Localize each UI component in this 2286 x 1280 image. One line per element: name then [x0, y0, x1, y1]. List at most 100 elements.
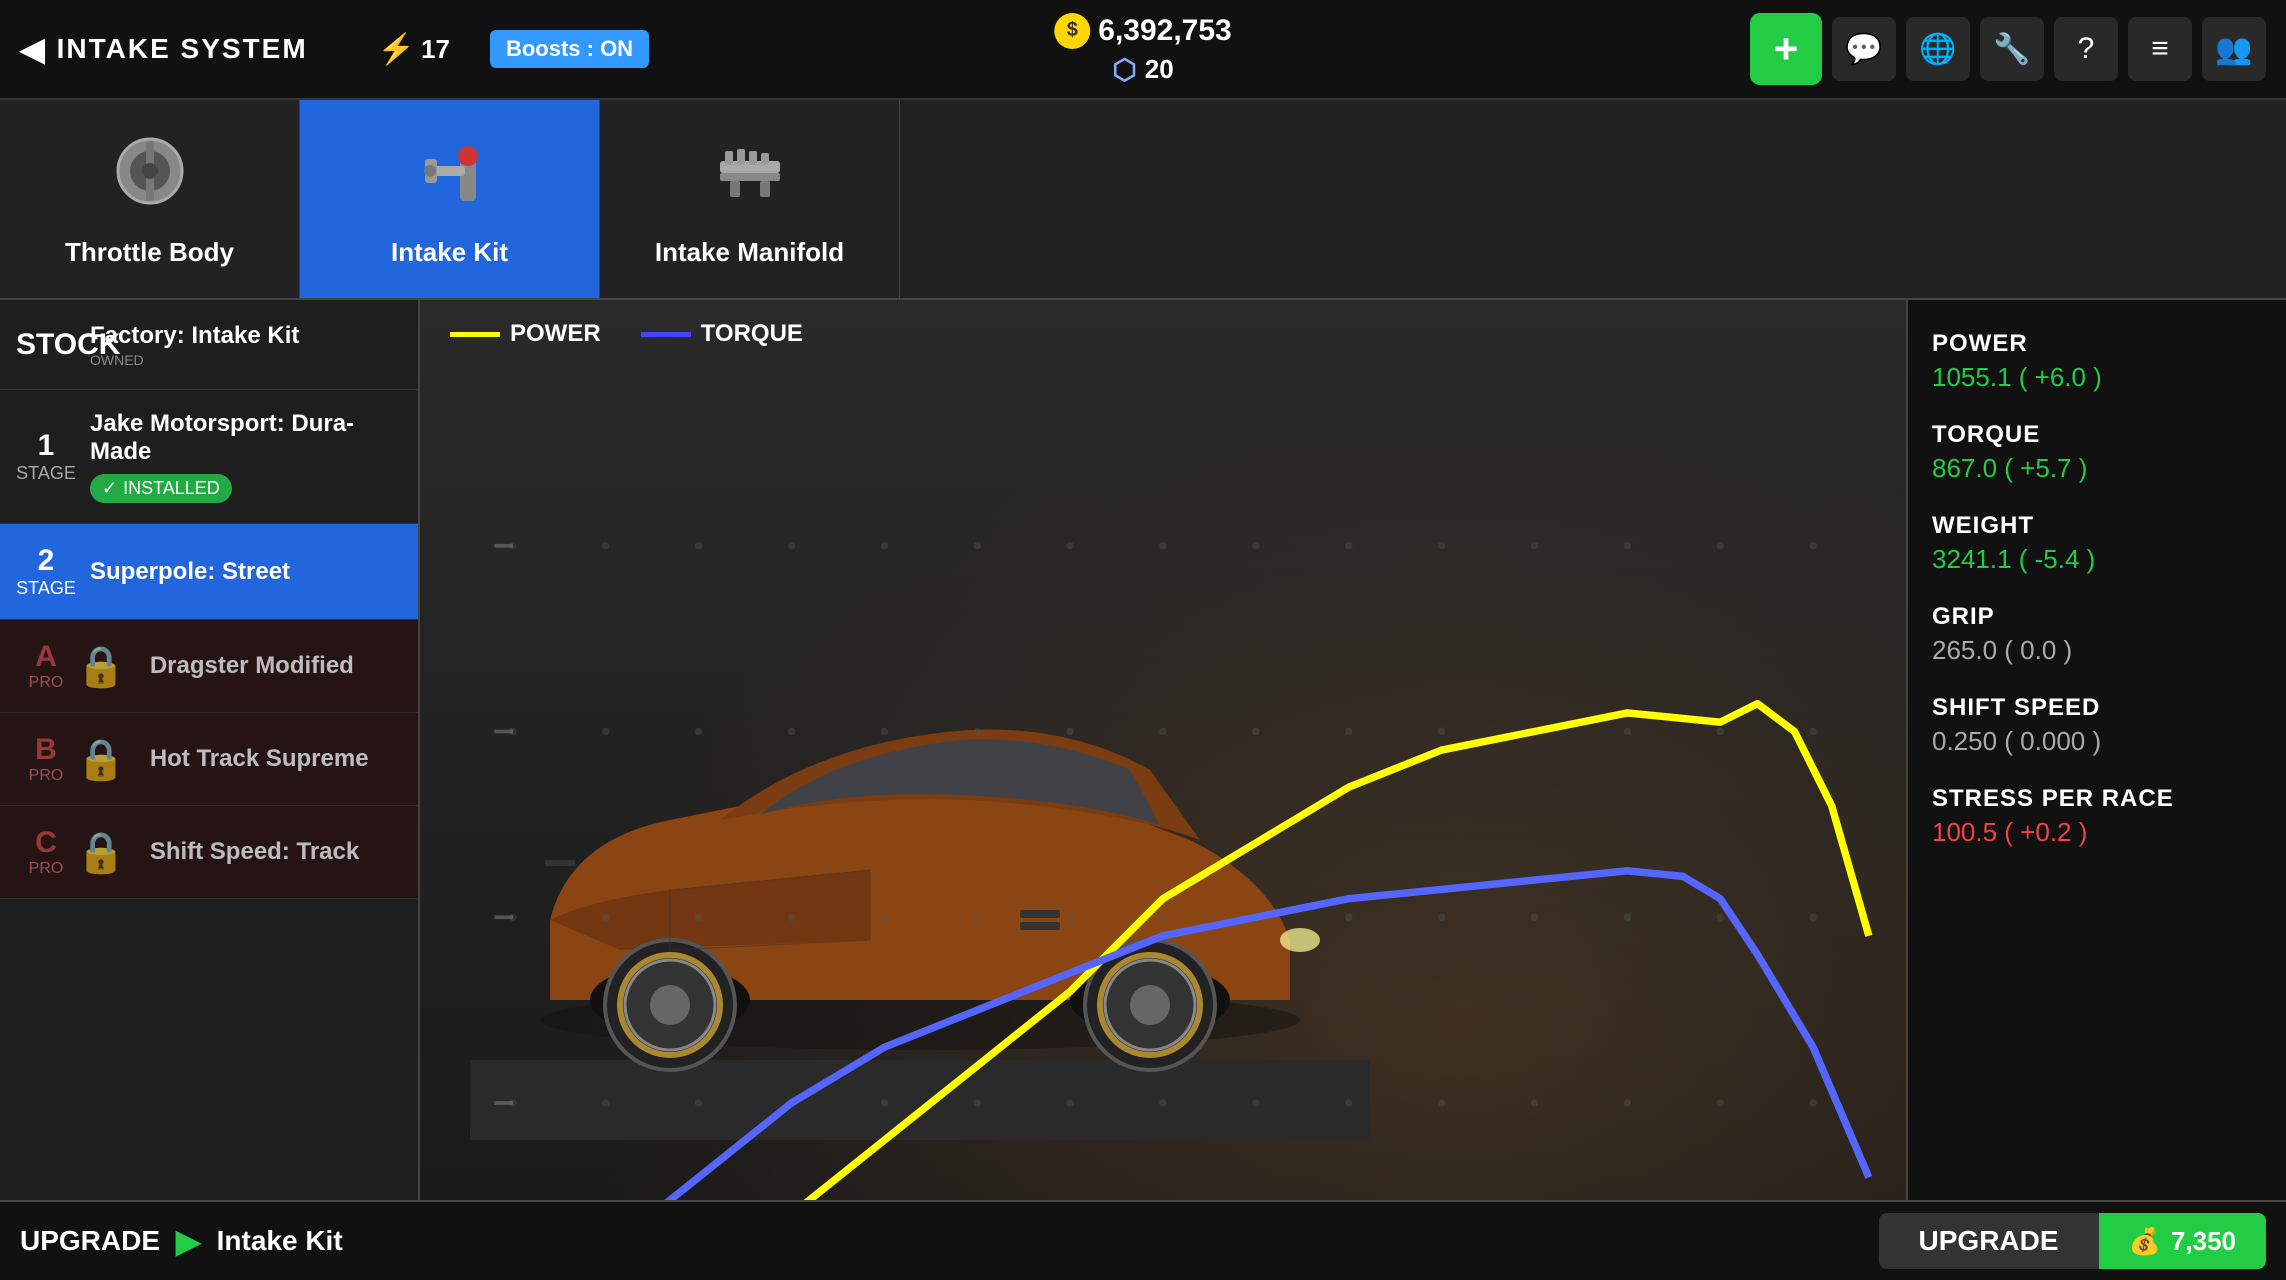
stage1-name: Jake Motorsport: Dura-Made	[90, 410, 402, 466]
upgrade-pro-b[interactable]: B PRO 🔒 Hot Track Supreme	[0, 713, 418, 806]
pro-c-info: Shift Speed: Track	[150, 838, 402, 866]
stat-power: POWER 1055.1 ( +6.0 )	[1932, 330, 2262, 393]
intake-manifold-label: Intake Manifold	[655, 237, 844, 268]
boost-badge[interactable]: Boosts : ON	[490, 30, 649, 68]
stat-grip: GRIP 265.0 ( 0.0 )	[1932, 603, 2262, 666]
stage2-sub: STAGE	[16, 578, 76, 599]
chart-legend: POWER TORQUE	[450, 320, 803, 348]
stage1-info: Jake Motorsport: Dura-Made ✓ INSTALLED	[90, 410, 402, 503]
power-legend: POWER	[450, 320, 601, 348]
pro-a-badge: A PRO	[16, 640, 76, 692]
header: ◀ INTAKE SYSTEM ⚡ 17 Boosts : ON $ 6,392…	[0, 0, 2286, 100]
cost-button[interactable]: 💰 7,350	[2099, 1213, 2266, 1269]
shift-speed-label: SHIFT SPEED	[1932, 694, 2262, 722]
lock-c-icon: 🔒	[76, 829, 126, 876]
stock-label: STOCK	[16, 328, 76, 362]
play-icon: ▶	[176, 1222, 201, 1260]
lock-b-icon: 🔒	[76, 736, 126, 783]
coin-icon: $	[1054, 13, 1090, 49]
torque-legend: TORQUE	[641, 320, 803, 348]
pro-b-info: Hot Track Supreme	[150, 745, 402, 773]
pro-c-sub: PRO	[16, 860, 76, 878]
upgrade-right-section: UPGRADE 💰 7,350	[1879, 1213, 2266, 1269]
installed-badge: ✓ INSTALLED	[90, 474, 232, 503]
stock-info: Factory: Intake Kit OWNED	[90, 322, 402, 368]
weight-label: WEIGHT	[1932, 512, 2262, 540]
lightning-icon: ⚡	[378, 32, 415, 67]
power-value: 1055.1 ( +6.0 )	[1932, 362, 2262, 393]
pro-b-name: Hot Track Supreme	[150, 745, 402, 773]
stage2-name: Superpole: Street	[90, 558, 402, 586]
upgrade-pro-a[interactable]: A PRO 🔒 Dragster Modified	[0, 620, 418, 713]
upgrade-stage2[interactable]: 2 STAGE Superpole: Street	[0, 524, 418, 620]
globe-button[interactable]: 🌐	[1906, 17, 1970, 81]
grip-label: GRIP	[1932, 603, 2262, 631]
stage2-num: 2	[16, 544, 76, 578]
upgrade-button[interactable]: UPGRADE	[1879, 1213, 2099, 1269]
torque-value: 867.0 ( +5.7 )	[1932, 453, 2262, 484]
diamond-value: 20	[1145, 54, 1174, 85]
social-button[interactable]: 👥	[2202, 17, 2266, 81]
check-icon: ✓	[102, 478, 117, 499]
intake-manifold-icon	[710, 131, 790, 227]
cost-coin-icon: 💰	[2129, 1226, 2161, 1257]
grip-value: 265.0 ( 0.0 )	[1932, 635, 2262, 666]
tab-intake-kit[interactable]: Intake Kit	[300, 100, 600, 298]
torque-label: TORQUE	[1932, 421, 2262, 449]
pro-b-badge: B PRO	[16, 733, 76, 785]
upgrade-pro-c[interactable]: C PRO 🔒 Shift Speed: Track	[0, 806, 418, 899]
stress-label: STRESS PER RACE	[1932, 785, 2262, 813]
tab-intake-manifold[interactable]: Intake Manifold	[600, 100, 900, 298]
pro-c-name: Shift Speed: Track	[150, 838, 402, 866]
upgrades-panel: STOCK Factory: Intake Kit OWNED 1 STAGE …	[0, 300, 420, 1200]
cost-value: 7,350	[2171, 1226, 2236, 1257]
pro-b-sub: PRO	[16, 767, 76, 785]
throttle-body-icon	[110, 131, 190, 227]
stat-weight: WEIGHT 3241.1 ( -5.4 )	[1932, 512, 2262, 575]
diamond-icon: ⬡	[1112, 53, 1136, 86]
header-center: $ 6,392,753 ⬡ 20	[1054, 13, 1231, 86]
lightning-badge: ⚡ 17	[378, 32, 450, 67]
upgrade-text: UPGRADE	[20, 1225, 160, 1257]
help-button[interactable]: ?	[2054, 17, 2118, 81]
add-button[interactable]: +	[1750, 13, 1822, 85]
car-view: POWER TORQUE	[420, 300, 1906, 1200]
shift-speed-value: 0.250 ( 0.000 )	[1932, 726, 2262, 757]
currency-row: $ 6,392,753	[1054, 13, 1231, 49]
stage2-info: Superpole: Street	[90, 558, 402, 586]
pro-a-name: Dragster Modified	[150, 652, 402, 680]
menu-button[interactable]: ≡	[2128, 17, 2192, 81]
bottom-upgrade-label: UPGRADE ▶ Intake Kit	[20, 1222, 343, 1260]
wrench-button[interactable]: 🔧	[1980, 17, 2044, 81]
upgrade-stock[interactable]: STOCK Factory: Intake Kit OWNED	[0, 300, 418, 390]
intake-kit-icon	[410, 131, 490, 227]
back-button[interactable]: ◀ INTAKE SYSTEM	[20, 30, 308, 68]
throttle-body-label: Throttle Body	[65, 237, 234, 268]
diamond-row: ⬡ 20	[1112, 53, 1173, 86]
pro-a-label: A	[16, 640, 76, 674]
power-label: POWER	[1932, 330, 2262, 358]
installed-label: INSTALLED	[123, 478, 220, 499]
stat-shift-speed: SHIFT SPEED 0.250 ( 0.000 )	[1932, 694, 2262, 757]
owned-label: OWNED	[90, 352, 402, 368]
lock-a-icon: 🔒	[76, 643, 126, 690]
parts-tabs: Throttle Body Intake Kit	[0, 100, 2286, 300]
stock-badge: STOCK	[16, 328, 76, 362]
tab-throttle-body[interactable]: Throttle Body	[0, 100, 300, 298]
torque-legend-label: TORQUE	[701, 320, 803, 348]
currency-value: 6,392,753	[1098, 14, 1231, 48]
stats-panel: POWER 1055.1 ( +6.0 ) TORQUE 867.0 ( +5.…	[1906, 300, 2286, 1200]
pro-c-label: C	[16, 826, 76, 860]
upgrade-stage1[interactable]: 1 STAGE Jake Motorsport: Dura-Made ✓ INS…	[0, 390, 418, 524]
performance-chart	[420, 360, 1906, 1200]
pro-a-sub: PRO	[16, 674, 76, 692]
intake-kit-label: Intake Kit	[391, 237, 508, 268]
pro-c-badge: C PRO	[16, 826, 76, 878]
upgrade-item-name: Intake Kit	[217, 1225, 343, 1257]
main-content: STOCK Factory: Intake Kit OWNED 1 STAGE …	[0, 300, 2286, 1200]
chat-button[interactable]: 💬	[1832, 17, 1896, 81]
stat-torque: TORQUE 867.0 ( +5.7 )	[1932, 421, 2262, 484]
pro-a-info: Dragster Modified	[150, 652, 402, 680]
page-title: INTAKE SYSTEM	[57, 33, 308, 65]
bottom-bar: UPGRADE ▶ Intake Kit UPGRADE 💰 7,350	[0, 1200, 2286, 1280]
